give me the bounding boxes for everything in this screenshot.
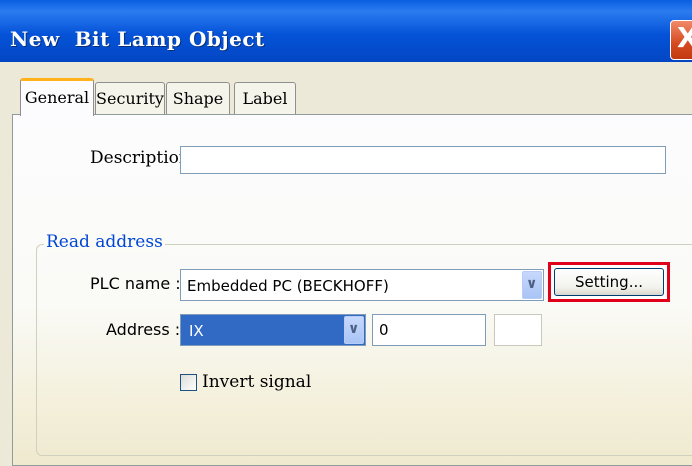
address-device-select[interactable]: IX ∨ xyxy=(180,314,366,346)
plc-name-select[interactable]: Embedded PC (BECKHOFF) ∨ xyxy=(180,269,544,301)
setting-highlight-box: Setting... xyxy=(548,262,670,302)
read-address-legend: Read address xyxy=(44,232,165,252)
address-extra-field[interactable] xyxy=(494,314,542,346)
address-device-value: IX xyxy=(189,322,204,340)
window-title: New Bit Lamp Object xyxy=(10,27,265,51)
plc-name-dropdown-button[interactable]: ∨ xyxy=(522,271,542,299)
address-value-field[interactable]: 0 xyxy=(372,314,486,346)
plc-name-value: Embedded PC (BECKHOFF) xyxy=(187,277,389,295)
invert-signal-label[interactable]: Invert signal xyxy=(202,372,311,392)
tab-general[interactable]: General xyxy=(20,78,94,116)
setting-button[interactable]: Setting... xyxy=(554,268,664,296)
address-label: Address : xyxy=(106,320,181,339)
dialog-window: New Bit Lamp Object X General Security S… xyxy=(0,0,692,466)
address-device-dropdown-button[interactable]: ∨ xyxy=(344,316,364,344)
plc-name-label: PLC name : xyxy=(90,274,181,293)
tab-security[interactable]: Security xyxy=(95,82,165,114)
tab-shape[interactable]: Shape xyxy=(166,82,230,114)
close-icon: X xyxy=(677,21,692,54)
invert-signal-checkbox[interactable] xyxy=(180,374,197,391)
address-value: 0 xyxy=(379,321,389,339)
chevron-down-icon: ∨ xyxy=(526,276,538,292)
description-field[interactable] xyxy=(180,146,666,174)
close-button[interactable]: X xyxy=(670,20,692,60)
tab-label[interactable]: Label xyxy=(234,82,296,114)
chevron-down-icon: ∨ xyxy=(348,321,360,337)
title-bar[interactable]: New Bit Lamp Object X xyxy=(0,0,692,62)
